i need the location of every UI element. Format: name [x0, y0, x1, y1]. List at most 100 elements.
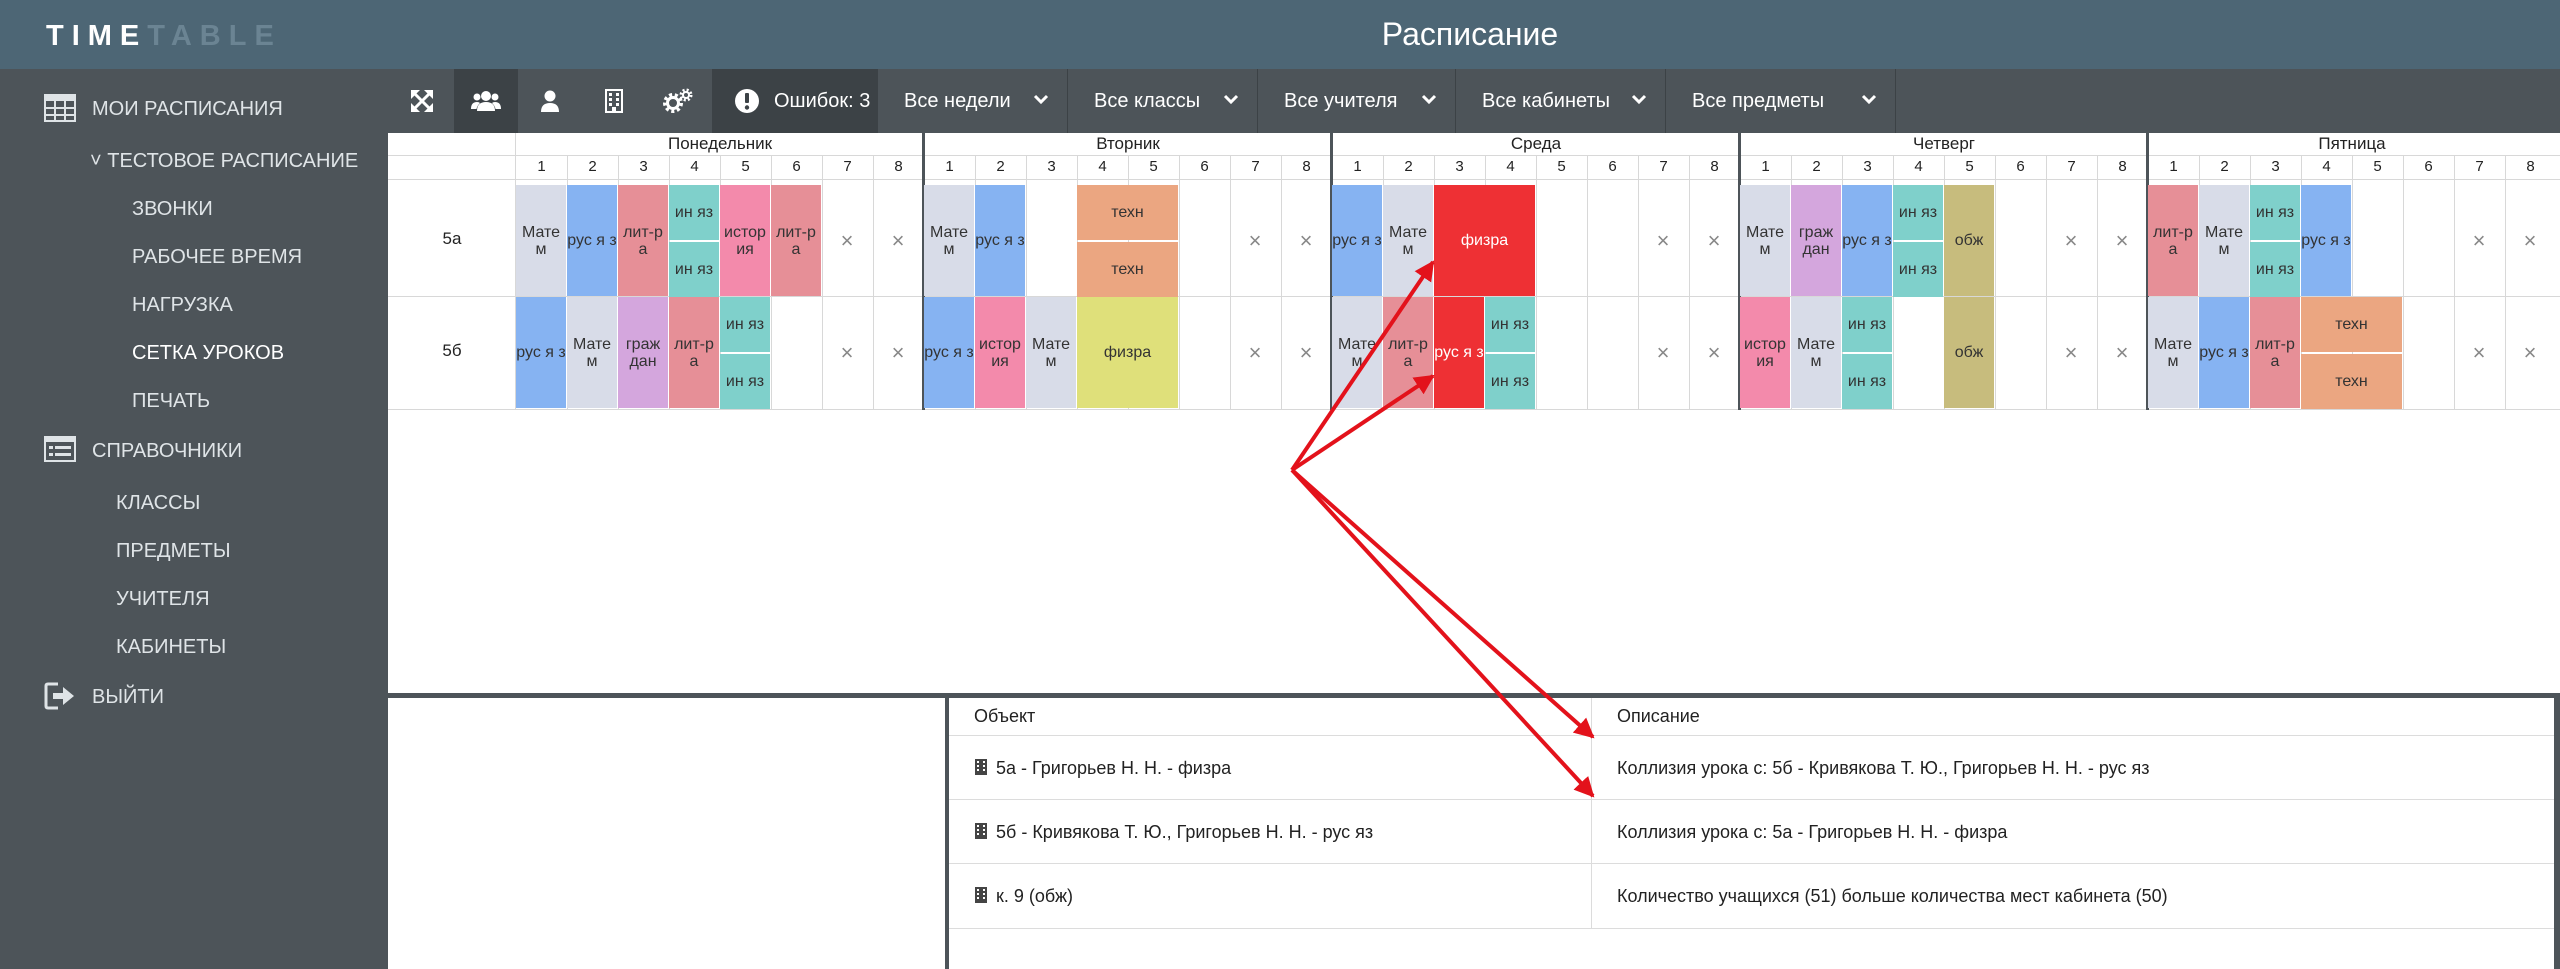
sidebar-item-lesson-grid[interactable]: СЕТКА УРОКОВ: [132, 341, 284, 365]
lesson-cell[interactable]: ин яз: [669, 242, 719, 297]
lesson-cell[interactable]: рус я з: [1332, 185, 1382, 296]
lesson-cell[interactable]: физра: [1077, 297, 1178, 408]
lesson-cell[interactable]: Мате м: [2148, 297, 2198, 408]
sidebar-item-bells[interactable]: ЗВОНКИ: [132, 197, 213, 221]
empty-slot-mark[interactable]: ×: [1638, 342, 1688, 364]
sidebar-item-references[interactable]: СПРАВОЧНИКИ: [44, 436, 242, 463]
filter-teachers-dropdown[interactable]: Все учителя: [1258, 69, 1456, 133]
lesson-cell[interactable]: рус я з: [1842, 185, 1892, 296]
lesson-cell[interactable]: ин яз: [1485, 297, 1535, 352]
sidebar-item-load[interactable]: НАГРУЗКА: [132, 293, 233, 317]
lesson-divider: [2403, 156, 2404, 410]
lesson-cell[interactable]: лит-р а: [669, 297, 719, 408]
empty-slot-mark[interactable]: ×: [822, 230, 872, 252]
filter-rooms-dropdown[interactable]: Все кабинеты: [1456, 69, 1666, 133]
empty-slot-mark[interactable]: ×: [2046, 230, 2096, 252]
lesson-cell[interactable]: лит-р а: [2148, 185, 2198, 296]
empty-slot-mark[interactable]: ×: [1689, 342, 1739, 364]
sidebar-item-print[interactable]: ПЕЧАТЬ: [132, 389, 210, 413]
filter-subjects-dropdown[interactable]: Все предметы: [1666, 69, 1896, 133]
classes-view-button[interactable]: [454, 69, 518, 133]
lesson-cell[interactable]: лит-р а: [618, 185, 668, 296]
lesson-cell[interactable]: рус я з: [2301, 185, 2351, 296]
empty-slot-mark[interactable]: ×: [873, 230, 923, 252]
sidebar-item-rooms[interactable]: КАБИНЕТЫ: [116, 635, 226, 659]
lesson-cell[interactable]: ин яз: [1842, 354, 1892, 409]
lesson-cell[interactable]: граж дан: [1791, 185, 1841, 296]
expand-button[interactable]: [390, 69, 454, 133]
empty-slot-mark[interactable]: ×: [1638, 230, 1688, 252]
lesson-cell[interactable]: ин яз: [720, 354, 770, 409]
lesson-cell[interactable]: ин яз: [669, 185, 719, 240]
empty-slot-mark[interactable]: ×: [822, 342, 872, 364]
filter-classes-dropdown[interactable]: Все классы: [1068, 69, 1258, 133]
empty-slot-mark[interactable]: ×: [1281, 342, 1331, 364]
lesson-cell[interactable]: Мате м: [1332, 297, 1382, 408]
lesson-cell[interactable]: обж: [1944, 297, 1994, 408]
table-row[interactable]: к. 9 (обж) Количество учащихся (51) боль…: [949, 863, 2554, 929]
empty-slot-mark[interactable]: ×: [2097, 230, 2147, 252]
lesson-cell[interactable]: рус я з: [975, 185, 1025, 296]
lesson-cell[interactable]: ин яз: [720, 297, 770, 352]
lesson-cell[interactable]: ин яз: [1893, 242, 1943, 297]
teachers-view-button[interactable]: [518, 69, 582, 133]
lesson-cell[interactable]: истор ия: [1740, 297, 1790, 408]
empty-slot-mark[interactable]: ×: [873, 342, 923, 364]
lesson-cell[interactable]: обж: [1944, 185, 1994, 296]
error-object-text: к. 9 (обж): [996, 886, 1074, 906]
lesson-cell[interactable]: техн: [2301, 354, 2402, 409]
lesson-cell[interactable]: техн: [1077, 242, 1178, 297]
empty-slot-mark[interactable]: ×: [2046, 342, 2096, 364]
lesson-cell[interactable]: техн: [1077, 185, 1178, 240]
empty-slot-mark[interactable]: ×: [1689, 230, 1739, 252]
sidebar-item-subjects[interactable]: ПРЕДМЕТЫ: [116, 539, 231, 563]
lesson-cell[interactable]: граж дан: [618, 297, 668, 408]
sidebar-item-test-schedule[interactable]: ˅ ТЕСТОВОЕ РАСПИСАНИЕ: [90, 149, 358, 173]
lesson-cell[interactable]: ин яз: [2250, 185, 2300, 240]
lesson-cell[interactable]: рус я з: [924, 297, 974, 408]
lesson-cell[interactable]: лит-р а: [1383, 297, 1433, 408]
lesson-cell[interactable]: лит-р а: [2250, 297, 2300, 408]
lesson-cell[interactable]: ин яз: [1842, 297, 1892, 352]
empty-slot-mark[interactable]: ×: [2454, 342, 2504, 364]
sidebar-item-classes[interactable]: КЛАССЫ: [116, 491, 200, 515]
empty-slot-mark[interactable]: ×: [2097, 342, 2147, 364]
errors-button[interactable]: Ошибок: 3: [712, 69, 878, 133]
lesson-cell[interactable]: ин яз: [2250, 242, 2300, 297]
empty-slot-mark[interactable]: ×: [2505, 230, 2555, 252]
lesson-cell[interactable]: рус я з: [567, 185, 617, 296]
empty-slot-mark[interactable]: ×: [2505, 342, 2555, 364]
lesson-cell[interactable]: Мате м: [2199, 185, 2249, 296]
lesson-cell[interactable]: ин яз: [1893, 185, 1943, 240]
table-row[interactable]: 5б - Кривякова Т. Ю., Григорьев Н. Н. - …: [949, 799, 2554, 864]
lesson-cell[interactable]: Мате м: [567, 297, 617, 408]
lesson-cell[interactable]: рус я з: [2199, 297, 2249, 408]
lesson-cell[interactable]: Мате м: [1026, 297, 1076, 408]
lesson-cell[interactable]: Мате м: [1740, 185, 1790, 296]
logo-part1: TIME: [46, 20, 148, 52]
empty-slot-mark[interactable]: ×: [1230, 342, 1280, 364]
sidebar-item-work-time[interactable]: РАБОЧЕЕ ВРЕМЯ: [132, 245, 302, 269]
lesson-cell-conflict[interactable]: рус я з: [1434, 297, 1484, 408]
filter-weeks-dropdown[interactable]: Все недели: [878, 69, 1068, 133]
settings-button[interactable]: [646, 69, 710, 133]
lesson-cell[interactable]: истор ия: [720, 185, 770, 296]
lesson-cell[interactable]: Мате м: [924, 185, 974, 296]
lesson-cell[interactable]: рус я з: [516, 297, 566, 408]
lesson-cell[interactable]: лит-р а: [771, 185, 821, 296]
lesson-cell[interactable]: Мате м: [1383, 185, 1433, 296]
empty-slot-mark[interactable]: ×: [1281, 230, 1331, 252]
sidebar-item-logout[interactable]: ВЫЙТИ: [44, 682, 164, 710]
lesson-cell[interactable]: ин яз: [1485, 354, 1535, 409]
table-row[interactable]: 5а - Григорьев Н. Н. - физра Коллизия ур…: [949, 735, 2554, 800]
empty-slot-mark[interactable]: ×: [1230, 230, 1280, 252]
sidebar-item-my-schedules[interactable]: МОИ РАСПИСАНИЯ: [44, 94, 283, 122]
lesson-cell[interactable]: техн: [2301, 297, 2402, 352]
lesson-cell[interactable]: Мате м: [1791, 297, 1841, 408]
empty-slot-mark[interactable]: ×: [2454, 230, 2504, 252]
lesson-cell-conflict[interactable]: физра: [1434, 185, 1535, 296]
sidebar-item-teachers[interactable]: УЧИТЕЛЯ: [116, 587, 210, 611]
lesson-cell[interactable]: Мате м: [516, 185, 566, 296]
lesson-cell[interactable]: истор ия: [975, 297, 1025, 408]
rooms-view-button[interactable]: [582, 69, 646, 133]
